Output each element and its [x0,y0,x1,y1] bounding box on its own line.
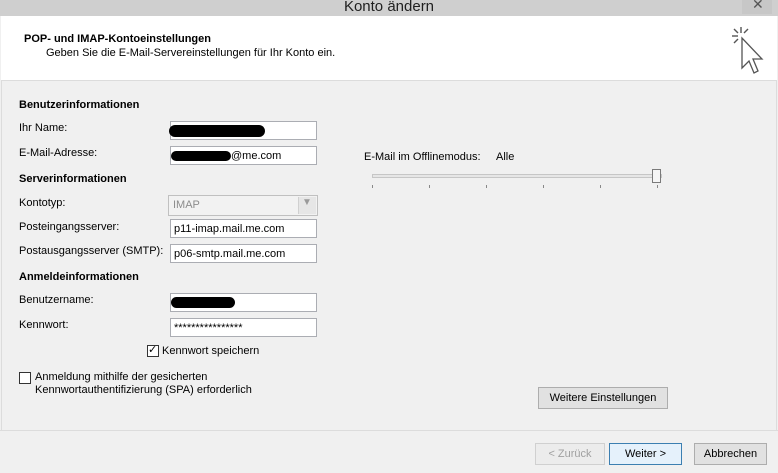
name-label: Ihr Name: [19,122,68,134]
outgoing-server-value: p06-smtp.mail.me.com [174,248,286,260]
slider-tick [429,185,430,188]
offline-slider-thumb[interactable] [652,169,661,183]
header-title: POP- und IMAP-Kontoeinstellungen [24,33,211,45]
header-subtitle: Geben Sie die E-Mail-Servereinstellungen… [46,47,336,59]
spa-label-line2: Kennwortauthentifizierung (SPA) erforder… [35,384,252,396]
cancel-button[interactable]: Abbrechen [694,443,767,465]
slider-tick [372,185,373,188]
wizard-header: POP- und IMAP-Kontoeinstellungen Geben S… [1,16,777,81]
incoming-server-label: Posteingangsserver: [19,221,120,233]
slider-tick [486,185,487,188]
checkmark-icon: ✓ [148,344,158,356]
username-field[interactable] [170,293,317,312]
close-icon: ✕ [752,0,764,12]
close-button[interactable]: ✕ [742,0,772,14]
password-field[interactable]: **************** [170,318,317,337]
account-type-label: Kontotyp: [19,197,66,209]
username-label: Benutzername: [19,294,94,306]
account-type-value: IMAP [173,199,200,211]
account-type-select[interactable]: IMAP ▼ [168,195,318,216]
email-field[interactable]: @me.com [170,146,317,165]
title-bar: Konto ändern ✕ [0,0,778,16]
name-field[interactable] [169,121,317,140]
email-value: @me.com [231,150,282,162]
section-user-info: Benutzerinformationen [19,99,140,111]
slider-tick [600,185,601,188]
dropdown-arrow[interactable]: ▼ [298,197,316,214]
spa-checkbox[interactable] [19,372,31,384]
section-login-info: Anmeldeinformationen [19,271,139,283]
offline-mode-label: E-Mail im Offlinemodus: [364,151,481,163]
outgoing-server-field[interactable]: p06-smtp.mail.me.com [170,244,317,263]
next-button[interactable]: Weiter > [609,443,682,465]
redacted-text [169,125,265,137]
password-value: **************** [174,322,243,334]
incoming-server-value: p11-imap.mail.me.com [174,223,285,235]
remember-password-label: Kennwort speichern [162,345,260,357]
window-title: Konto ändern [343,0,435,15]
redacted-text [171,151,231,161]
wizard-cursor-icon [732,27,764,74]
offline-slider-track[interactable] [372,174,662,178]
incoming-server-field[interactable]: p11-imap.mail.me.com [170,219,317,238]
slider-tick [657,185,658,188]
section-server-info: Serverinformationen [19,173,127,185]
redacted-text [171,297,235,308]
remember-password-checkbox[interactable]: ✓ [147,344,159,357]
footer-divider [0,430,778,431]
back-button[interactable]: < Zurück [535,443,605,465]
chevron-down-icon: ▼ [302,197,312,208]
password-label: Kennwort: [19,319,69,331]
spa-label-line1: Anmeldung mithilfe der gesicherten [35,371,208,383]
more-settings-button[interactable]: Weitere Einstellungen [538,387,668,409]
offline-mode-value: Alle [496,151,515,163]
slider-tick [543,185,544,188]
email-label: E-Mail-Adresse: [19,147,98,159]
outgoing-server-label: Postausgangsserver (SMTP): [19,245,164,257]
